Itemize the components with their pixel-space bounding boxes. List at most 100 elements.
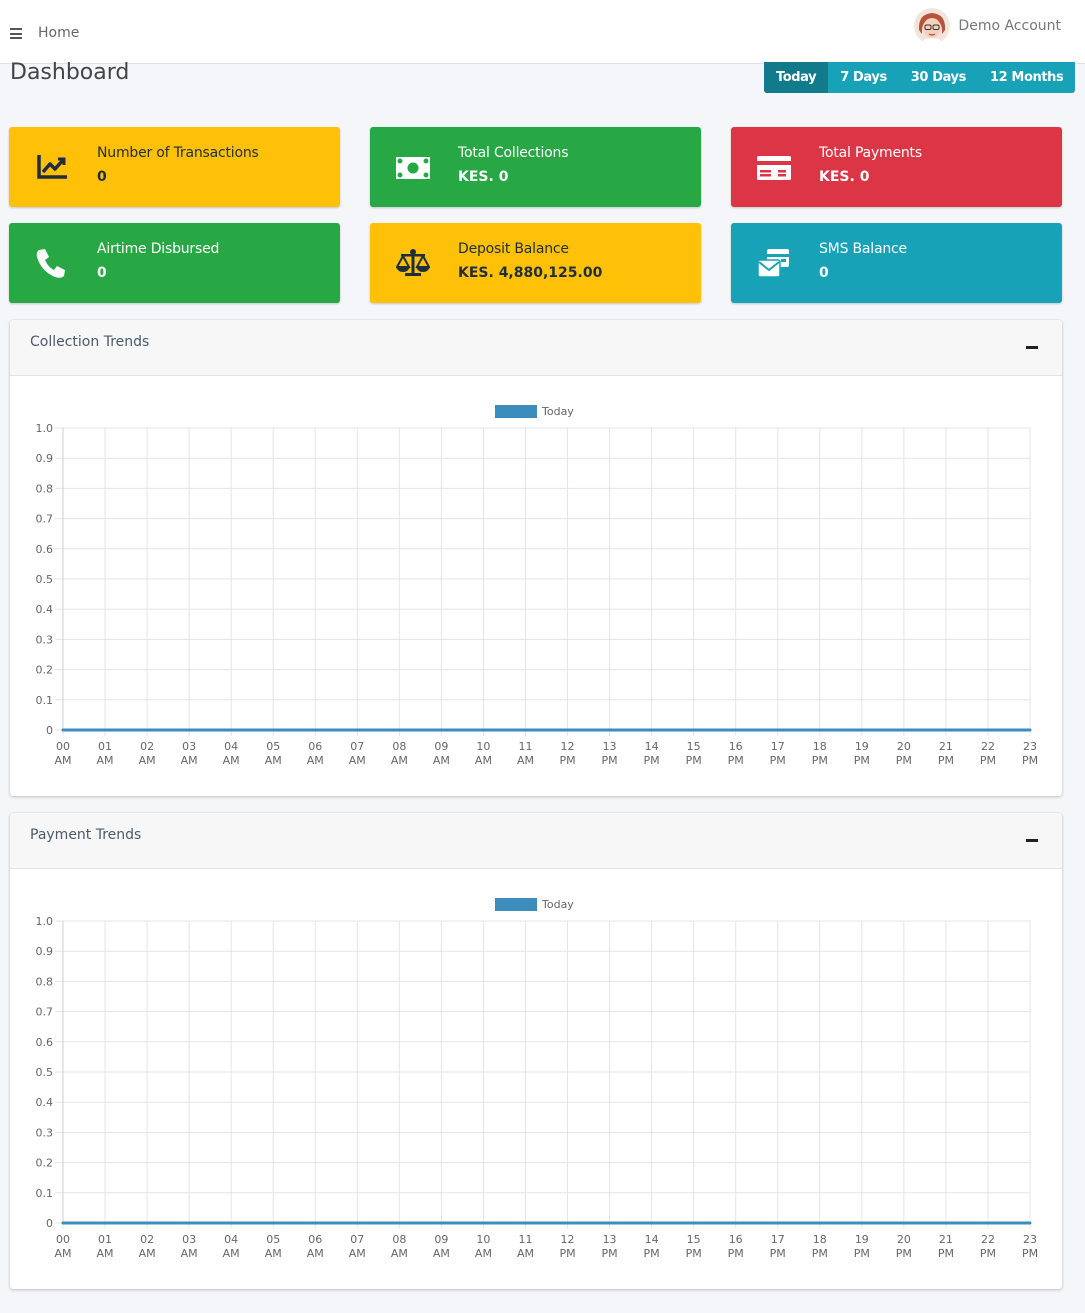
- x-tick-label: 03 AM: [181, 740, 198, 767]
- chart-legend[interactable]: Today: [495, 898, 574, 911]
- data-point[interactable]: [608, 728, 612, 732]
- data-point[interactable]: [734, 728, 738, 732]
- data-point[interactable]: [145, 1221, 149, 1225]
- x-tick-label: 00 AM: [54, 1233, 71, 1260]
- data-point[interactable]: [355, 728, 359, 732]
- card-label: Total Payments: [819, 145, 922, 161]
- x-tick-label: 01 AM: [97, 740, 114, 767]
- data-point[interactable]: [692, 728, 696, 732]
- data-point[interactable]: [103, 728, 107, 732]
- account-name: Demo Account: [958, 18, 1061, 34]
- y-tick-label: 0.1: [36, 1187, 54, 1200]
- collapse-minus-icon[interactable]: [1026, 839, 1038, 842]
- top-navbar: Home Demo Account: [0, 0, 1085, 64]
- y-tick-label: 0.9: [36, 945, 54, 958]
- range-7-days-button[interactable]: 7 Days: [828, 62, 899, 93]
- card-value: 0: [97, 265, 107, 281]
- data-point[interactable]: [650, 1221, 654, 1225]
- card-number-of-transactions: Number of Transactions 0: [9, 127, 340, 207]
- user-account-menu[interactable]: Demo Account: [914, 8, 1061, 44]
- x-tick-label: 20 PM: [896, 740, 912, 767]
- legend-swatch: [495, 405, 537, 418]
- data-point[interactable]: [944, 728, 948, 732]
- data-point[interactable]: [397, 1221, 401, 1225]
- x-tick-label: 06 AM: [307, 1233, 324, 1260]
- data-point[interactable]: [313, 1221, 317, 1225]
- data-point[interactable]: [734, 1221, 738, 1225]
- data-point[interactable]: [860, 1221, 864, 1225]
- data-point[interactable]: [986, 1221, 990, 1225]
- data-point[interactable]: [229, 728, 233, 732]
- card-sms-balance: SMS Balance 0: [731, 223, 1062, 303]
- range-30-days-button[interactable]: 30 Days: [899, 62, 978, 93]
- y-tick-label: 0.9: [36, 452, 54, 465]
- x-tick-label: 19 PM: [854, 740, 870, 767]
- x-tick-label: 05 AM: [265, 740, 282, 767]
- date-range-filter: Today 7 Days 30 Days 12 Months: [764, 62, 1076, 93]
- data-point[interactable]: [313, 728, 317, 732]
- x-tick-label: 00 AM: [54, 740, 71, 767]
- y-tick-label: 0.5: [36, 1066, 54, 1079]
- range-today-button[interactable]: Today: [764, 62, 829, 93]
- x-tick-label: 20 PM: [896, 1233, 912, 1260]
- chart-grid: [55, 427, 1031, 736]
- data-point[interactable]: [1028, 1221, 1032, 1225]
- payment-trends-panel: Payment Trends 0 0.1 0.2 0.3 0.4 0.5 0.6 0.7 0.8…: [10, 813, 1062, 1289]
- x-tick-label: 17 PM: [770, 740, 786, 767]
- x-tick-label: 07 AM: [349, 1233, 366, 1260]
- range-12-months-button[interactable]: 12 Months: [978, 62, 1075, 93]
- data-point[interactable]: [439, 1221, 443, 1225]
- data-point[interactable]: [986, 728, 990, 732]
- data-point[interactable]: [187, 1221, 191, 1225]
- data-point[interactable]: [187, 728, 191, 732]
- card-label: Deposit Balance: [458, 241, 569, 257]
- data-point[interactable]: [271, 1221, 275, 1225]
- panel-title: Collection Trends: [30, 334, 150, 350]
- chart-grid: [55, 920, 1031, 1229]
- data-point[interactable]: [818, 1221, 822, 1225]
- chart-legend[interactable]: Today: [495, 405, 574, 418]
- data-point[interactable]: [902, 1221, 906, 1225]
- x-tick-label: 18 PM: [812, 1233, 828, 1260]
- data-point[interactable]: [860, 728, 864, 732]
- menu-toggle-icon[interactable]: [10, 28, 22, 39]
- data-point[interactable]: [523, 1221, 527, 1225]
- data-point[interactable]: [776, 1221, 780, 1225]
- x-tick-label: 10 AM: [475, 740, 492, 767]
- x-tick-label: 18 PM: [812, 740, 828, 767]
- collection-trends-panel: Collection Trends 0 0.1 0.2 0.3 0.4 0.5 0.6 0.7…: [10, 320, 1062, 796]
- card-label: Number of Transactions: [97, 145, 259, 161]
- x-tick-label: 08 AM: [391, 1233, 408, 1260]
- data-point[interactable]: [229, 1221, 233, 1225]
- data-point[interactable]: [103, 1221, 107, 1225]
- collection-trends-chart: 0 0.1 0.2 0.3 0.4 0.5 0.6 0.7 0.8 0.9 1.0 00 AM 01 AM 0…: [36, 405, 1038, 767]
- data-point[interactable]: [397, 728, 401, 732]
- data-point[interactable]: [145, 728, 149, 732]
- card-value: 0: [97, 169, 107, 185]
- data-point[interactable]: [692, 1221, 696, 1225]
- data-point[interactable]: [566, 728, 570, 732]
- panel-header: Collection Trends: [10, 320, 1062, 376]
- data-point[interactable]: [818, 728, 822, 732]
- data-point[interactable]: [523, 728, 527, 732]
- data-point[interactable]: [481, 728, 485, 732]
- data-point[interactable]: [481, 1221, 485, 1225]
- data-point[interactable]: [1028, 728, 1032, 732]
- data-point[interactable]: [944, 1221, 948, 1225]
- x-tick-label: 02 AM: [139, 1233, 156, 1260]
- nav-home-link[interactable]: Home: [38, 25, 79, 41]
- data-point[interactable]: [608, 1221, 612, 1225]
- collapse-minus-icon[interactable]: [1026, 346, 1038, 349]
- data-point[interactable]: [902, 728, 906, 732]
- data-point[interactable]: [776, 728, 780, 732]
- data-point[interactable]: [650, 728, 654, 732]
- data-point[interactable]: [271, 728, 275, 732]
- card-value: KES. 0: [458, 169, 509, 185]
- data-point[interactable]: [61, 1221, 65, 1225]
- x-tick-label: 08 AM: [391, 740, 408, 767]
- data-point[interactable]: [355, 1221, 359, 1225]
- data-point[interactable]: [61, 728, 65, 732]
- data-point[interactable]: [439, 728, 443, 732]
- chart-line-icon: [35, 151, 69, 183]
- data-point[interactable]: [566, 1221, 570, 1225]
